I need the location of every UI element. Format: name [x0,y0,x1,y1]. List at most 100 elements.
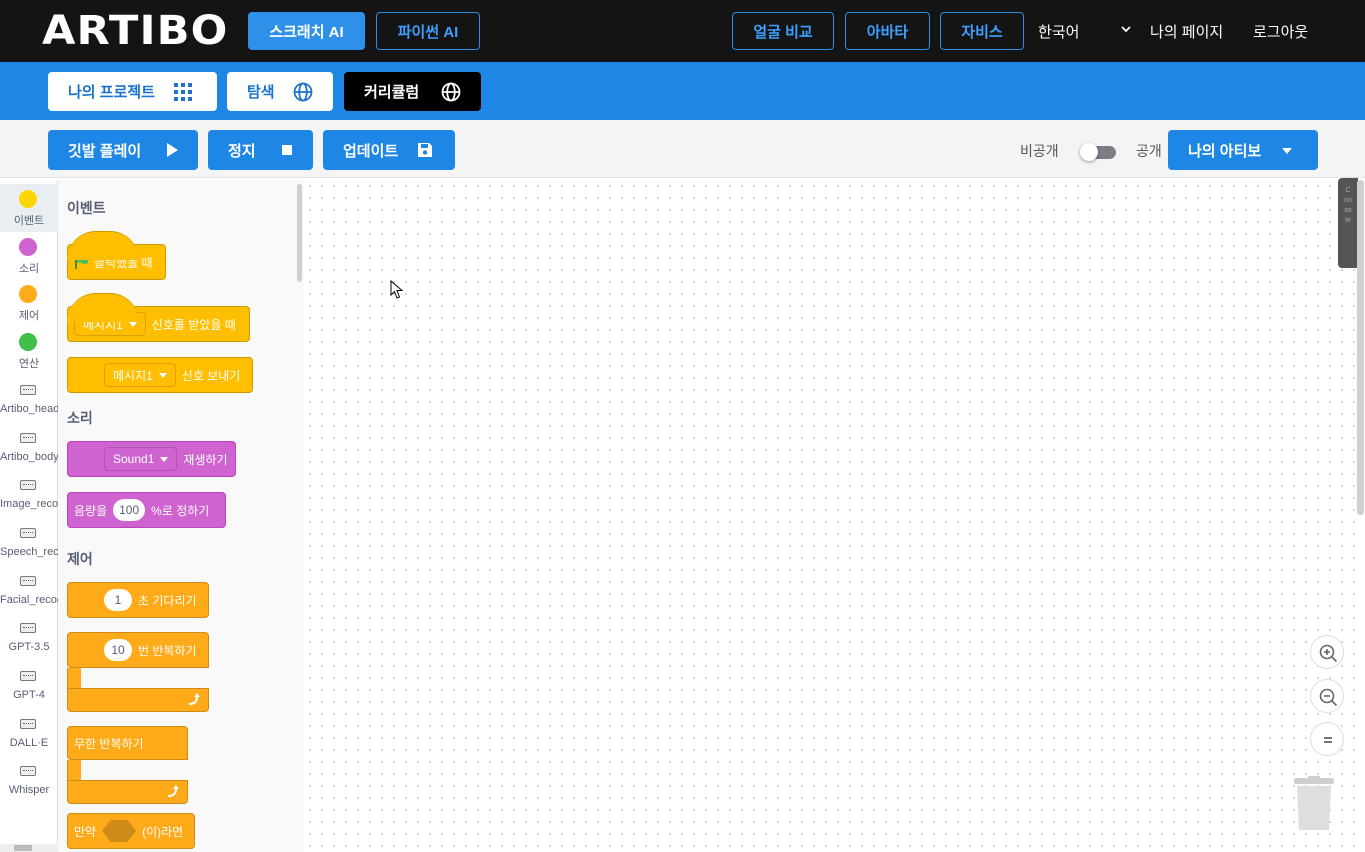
category-item[interactable]: Speech_reco [0,518,58,566]
language-select[interactable]: 한국어 [1038,21,1079,42]
category-item[interactable]: Image_recog [0,470,58,518]
forever-label: 무한 반복하기 [74,736,144,751]
extension-icon [20,384,36,395]
grid-icon [174,83,192,101]
category-item[interactable]: 소리 [0,232,58,280]
stop-label: 정지 [228,142,256,160]
repeat-input[interactable]: 10 [104,639,132,661]
category-item[interactable]: 이벤트 [0,184,58,232]
stop-icon [282,145,292,155]
tab-scratch-ai[interactable]: 스크래치 AI [248,12,365,50]
category-item[interactable]: 연산 [0,327,58,375]
dropdown-arrow-icon [158,372,167,378]
extension-icon [20,480,36,491]
category-item[interactable]: Whisper [0,756,58,804]
condition-slot[interactable] [102,820,137,842]
forever-block[interactable]: 무한 반복하기 [67,726,188,804]
events-section-title: 이벤트 [67,200,106,216]
tab-python-ai[interactable]: 파이썬 AI [376,12,480,50]
zoom-in-button[interactable] [1310,635,1344,669]
category-label: DALL·E [9,736,49,749]
zoom-reset-button[interactable] [1310,722,1344,756]
workspace-scrollbar[interactable] [1357,180,1364,515]
private-label: 비공개 [1020,143,1059,159]
avatar-button[interactable]: 아바타 [845,12,930,50]
loop-arrow-icon [167,785,179,797]
sound-section-title: 소리 [67,410,93,426]
category-scrollbar[interactable] [0,844,58,852]
when-receive-block[interactable]: 메시지1 신호를 받았을 때 [67,293,250,342]
jarvis-button[interactable]: 자비스 [940,12,1024,50]
sound-dropdown[interactable]: Sound1 [104,447,178,471]
wait-input[interactable]: 1 [104,589,132,611]
forever-foot [67,780,188,804]
console-tab[interactable]: Console [1338,178,1358,268]
scroll-thumb[interactable] [14,845,32,851]
chevron-down-icon[interactable] [1119,22,1133,36]
my-projects-button[interactable]: 나의 프로젝트 [48,72,217,111]
wait-block[interactable]: 1 초 기다리기 [67,582,209,618]
my-artibo-label: 나의 아티보 [1188,142,1262,160]
nav-bar: 나의 프로젝트 탐색 커리큘럼 [0,62,1365,120]
stop-button[interactable]: 정지 [208,130,313,170]
extension-icon [20,527,36,538]
when-flag-clicked-block[interactable]: 클릭했을 때 [67,231,166,280]
category-item[interactable]: 제어 [0,279,58,327]
green-flag-play-button[interactable]: 깃발 플레이 [48,130,198,170]
block-palette: 이벤트 클릭했을 때 메시지1 신호를 받았을 때 메시지1 신호 보내기 소리… [58,180,304,852]
repeat-arm [67,668,81,690]
extension-icon [20,575,36,586]
extension-icon [20,432,36,443]
category-label: 이벤트 [13,215,45,227]
mouse-cursor-icon [390,280,404,299]
category-item[interactable]: Artibo_head [0,375,58,423]
explore-button[interactable]: 탐색 [227,72,333,111]
when-receive-label: 신호를 받았을 때 [151,317,236,332]
logout-link[interactable]: 로그아웃 [1253,21,1308,42]
category-label: Artibo_body [0,450,58,463]
curriculum-button[interactable]: 커리큘럼 [344,72,481,111]
set-volume-block[interactable]: 음량을 100 %로 정하기 [67,492,226,528]
console-label: Console [1344,187,1352,224]
dropdown-arrow-icon [128,321,137,327]
repeat-header: 10 번 반복하기 [67,632,209,668]
repeat-block[interactable]: 10 번 반복하기 [67,632,209,716]
category-item[interactable]: GPT-3.5 [0,613,58,661]
category-label: GPT-3.5 [8,641,50,654]
artibo-logo[interactable]: ARTIBO [42,11,228,51]
category-item[interactable]: Artibo_body [0,423,58,471]
face-compare-button[interactable]: 얼굴 비교 [732,12,834,50]
volume-input[interactable]: 100 [113,499,146,521]
when-clicked-label: 클릭했을 때 [94,255,153,270]
curriculum-label: 커리큘럼 [364,84,420,101]
category-item[interactable]: GPT-4 [0,661,58,709]
update-button[interactable]: 업데이트 [323,130,455,170]
play-sound-block[interactable]: Sound1 재생하기 [67,441,236,477]
message-value: 메시지1 [113,368,153,383]
code-workspace[interactable] [304,180,1365,852]
my-artibo-dropdown[interactable]: 나의 아티보 [1168,130,1318,170]
category-label: Artibo_head [0,402,58,415]
category-label: Facial_recog [0,593,58,606]
dropdown-arrow-icon [160,456,169,462]
toggle-knob [1080,143,1098,161]
palette-scrollbar[interactable] [297,184,302,282]
message-dropdown[interactable]: 메시지1 [104,363,176,387]
message-dropdown[interactable]: 메시지1 [74,312,146,336]
extension-icon [20,671,36,681]
broadcast-block[interactable]: 메시지1 신호 보내기 [67,357,253,393]
category-item[interactable]: DALL·E [0,709,58,757]
volume-prefix-label: 음량을 [74,503,108,518]
if-block[interactable]: 만약 (이)라면 [67,813,195,849]
repeat-foot [67,688,209,712]
visibility-toggle[interactable] [1080,143,1116,161]
volume-suffix-label: %로 정하기 [151,503,210,518]
if-prefix-label: 만약 [74,824,97,839]
control-section-title: 제어 [67,551,93,567]
update-label: 업데이트 [343,142,399,160]
trash-can-icon[interactable] [1292,776,1336,832]
my-page-link[interactable]: 나의 페이지 [1150,21,1223,42]
category-item[interactable]: Facial_recog [0,566,58,614]
category-color-icon [19,285,37,304]
zoom-out-button[interactable] [1310,679,1344,713]
